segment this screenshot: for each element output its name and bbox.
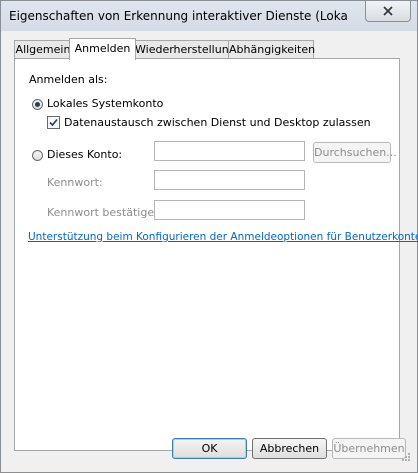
- resize-grip-icon[interactable]: [399, 452, 411, 464]
- tab-label: Wiederherstellung: [135, 43, 236, 56]
- tab-label: Abhängigkeiten: [229, 43, 316, 56]
- tab-anmelden[interactable]: Anmelden: [69, 38, 136, 60]
- logon-panel: Anmelden als: Lokales Systemkonto Datena…: [14, 58, 418, 451]
- tab-wiederherstellung[interactable]: Wiederherstellung: [134, 40, 236, 59]
- window-title: Eigenschaften von Erkennung interaktiver…: [9, 9, 349, 23]
- local-system-radio[interactable]: [32, 99, 43, 110]
- password-input[interactable]: [154, 170, 305, 190]
- confirm-password-input[interactable]: [154, 200, 305, 220]
- confirm-password-label: Kennwort bestätigen:: [47, 206, 165, 219]
- close-icon: [383, 6, 393, 16]
- this-account-radio[interactable]: [32, 150, 43, 161]
- local-system-label[interactable]: Lokales Systemkonto: [47, 97, 163, 110]
- logon-as-heading: Anmelden als:: [29, 73, 108, 86]
- password-label: Kennwort:: [47, 176, 103, 189]
- cancel-button[interactable]: Abbrechen: [252, 438, 327, 459]
- desktop-interaction-label[interactable]: Datenaustausch zwischen Dienst und Deskt…: [64, 116, 371, 129]
- close-button[interactable]: [365, 1, 411, 22]
- radio-selected-dot: [35, 102, 40, 107]
- tab-abhaengigkeiten[interactable]: Abhängigkeiten: [228, 40, 316, 59]
- browse-button[interactable]: Durchsuchen...: [313, 142, 397, 163]
- title-bar[interactable]: Eigenschaften von Erkennung interaktiver…: [1, 1, 417, 31]
- ok-button[interactable]: OK: [172, 438, 247, 459]
- tab-label: Allgemein: [15, 43, 71, 56]
- desktop-interaction-checkbox[interactable]: [47, 116, 60, 129]
- dialog-content: Allgemein Anmelden Wiederherstellung Abh…: [6, 31, 418, 467]
- tab-label: Anmelden: [74, 42, 131, 55]
- tab-allgemein[interactable]: Allgemein: [14, 40, 72, 59]
- account-input[interactable]: [154, 141, 305, 161]
- help-link[interactable]: Unterstützung beim Konfigurieren der Anm…: [28, 231, 418, 243]
- checkmark-icon: [49, 118, 58, 127]
- apply-button[interactable]: Übernehmen: [332, 438, 406, 459]
- properties-dialog: Eigenschaften von Erkennung interaktiver…: [0, 0, 418, 473]
- this-account-label[interactable]: Dieses Konto:: [47, 148, 122, 161]
